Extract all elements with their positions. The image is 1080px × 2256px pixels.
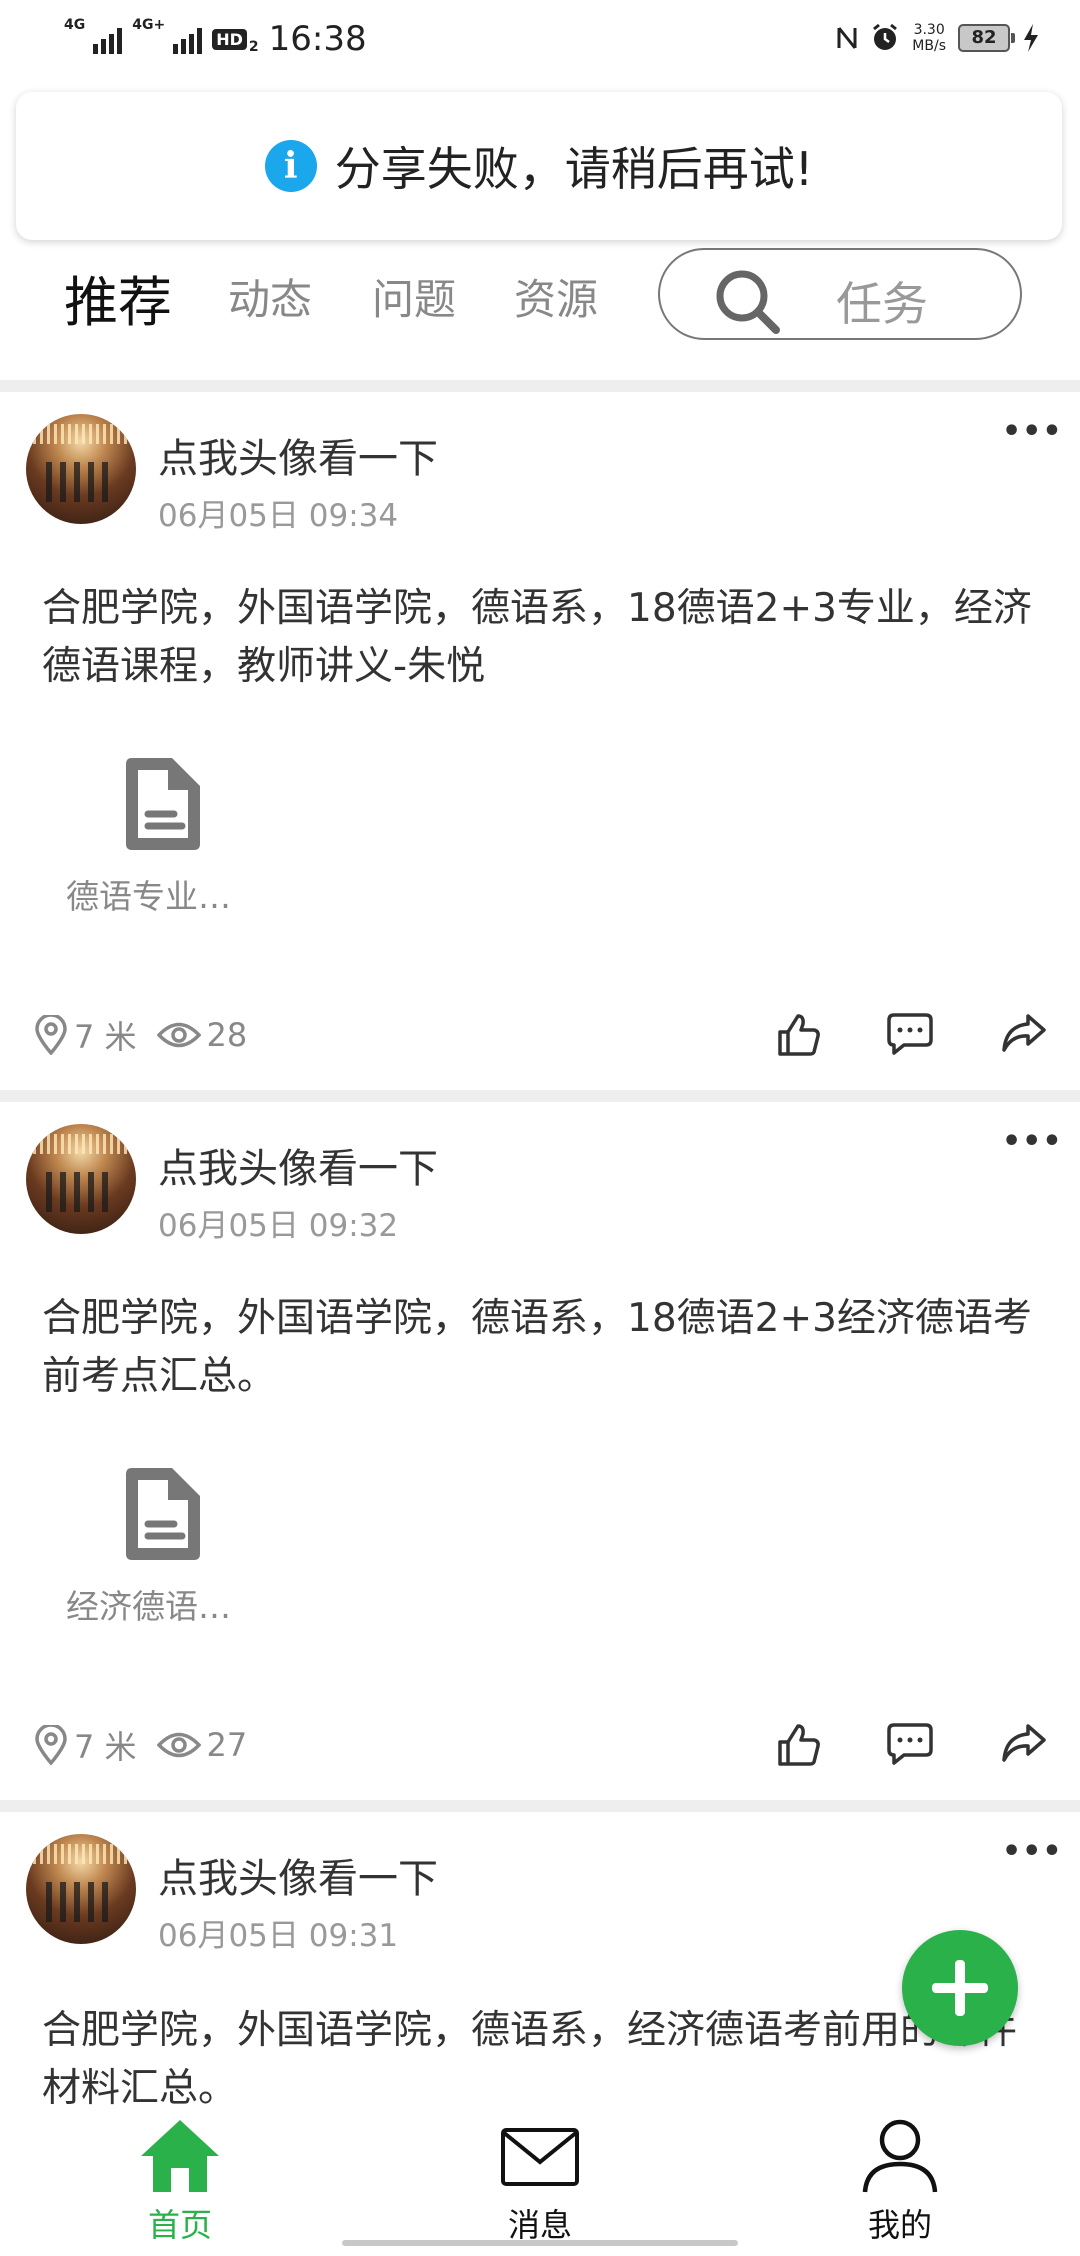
network-type-label: 4G — [64, 17, 86, 33]
tab-dynamics[interactable]: 动态 — [228, 266, 312, 327]
location-icon — [35, 1015, 67, 1055]
charging-icon — [1024, 24, 1038, 52]
battery-icon: 82 — [958, 24, 1015, 52]
toast-text: 分享失败，请稍后再试! — [334, 142, 814, 196]
view-count: 27 — [206, 1726, 248, 1764]
nav-home-label: 首页 — [147, 2206, 212, 2244]
hd-sub-label: 2 — [248, 39, 259, 55]
task-search-button[interactable]: 任务 — [658, 248, 1022, 340]
more-options-button[interactable]: ••• — [1002, 1124, 1063, 1159]
nfc-icon — [837, 27, 857, 49]
post-card[interactable]: 点我头像看一下 06月05日 09:32 ••• 合肥学院，外国语学院，德语系，… — [0, 1102, 1080, 1802]
like-icon[interactable] — [776, 1012, 822, 1058]
toast-notification: i 分享失败，请稍后再试! — [16, 92, 1062, 240]
person-icon — [862, 2119, 938, 2193]
search-icon — [716, 270, 780, 334]
eye-icon — [156, 1732, 201, 1758]
nav-profile[interactable]: 我的 — [810, 2118, 990, 2246]
avatar[interactable] — [26, 1834, 136, 1944]
post-meta: 7 米 27 — [34, 1722, 267, 1768]
network-speed: 3.30 MB/s — [912, 22, 946, 54]
document-icon[interactable] — [124, 1466, 202, 1562]
nav-messages[interactable]: 消息 — [450, 2118, 630, 2246]
share-icon[interactable] — [1000, 1722, 1048, 1764]
more-options-button[interactable]: ••• — [1002, 414, 1063, 449]
mail-icon — [501, 2128, 579, 2186]
bottom-navigation: 首页 消息 我的 — [0, 2108, 1080, 2256]
like-icon[interactable] — [776, 1722, 822, 1768]
post-content[interactable]: 合肥学院，外国语学院，德语系，18德语2+3专业，经济德语课程，教师讲义-朱悦 — [42, 580, 1042, 696]
divider — [0, 1090, 1080, 1102]
home-icon — [141, 2120, 219, 2192]
distance-label: 7 米 — [74, 1728, 137, 1766]
post-date: 06月05日 09:34 — [158, 498, 399, 534]
post-card[interactable]: 点我头像看一下 06月05日 09:34 ••• 合肥学院，外国语学院，德语系，… — [0, 392, 1080, 1092]
search-label: 任务 — [836, 277, 928, 331]
document-icon[interactable] — [124, 756, 202, 852]
location-icon — [35, 1725, 67, 1765]
tab-recommend[interactable]: 推荐 — [64, 258, 172, 337]
post-meta: 7 米 28 — [34, 1012, 267, 1058]
post-date: 06月05日 09:31 — [158, 1918, 399, 1954]
eye-icon — [156, 1022, 201, 1048]
post-username[interactable]: 点我头像看一下 — [158, 426, 438, 484]
nav-home[interactable]: 首页 — [90, 2118, 270, 2246]
post-username[interactable]: 点我头像看一下 — [158, 1846, 438, 1904]
network-type-label-2: 4G+ — [132, 17, 166, 33]
avatar[interactable] — [26, 414, 136, 524]
file-name[interactable]: 经济德语… — [66, 1580, 231, 1628]
add-post-button[interactable] — [902, 1930, 1018, 2046]
distance-label: 7 米 — [74, 1018, 137, 1056]
more-options-button[interactable]: ••• — [1002, 1834, 1063, 1869]
post-username[interactable]: 点我头像看一下 — [158, 1136, 438, 1194]
divider — [0, 380, 1080, 392]
tab-questions[interactable]: 问题 — [372, 266, 456, 327]
avatar[interactable] — [26, 1124, 136, 1234]
tab-resources[interactable]: 资源 — [514, 266, 598, 327]
clock: 16:38 — [268, 19, 367, 59]
comment-icon[interactable] — [886, 1012, 934, 1056]
post-content[interactable]: 合肥学院，外国语学院，德语系，经济德语考前用的课件材料汇总。 — [42, 2002, 1042, 2108]
alarm-icon — [873, 23, 898, 50]
file-name[interactable]: 德语专业… — [66, 870, 231, 918]
divider — [0, 1800, 1080, 1812]
gesture-bar[interactable] — [342, 2240, 738, 2246]
nav-profile-label: 我的 — [867, 2206, 932, 2244]
status-bar: 4G 4G+ HD 2 16:38 3.30 MB/s 82 — [0, 0, 1080, 80]
signal-icon-2 — [173, 24, 203, 54]
post-date: 06月05日 09:32 — [158, 1208, 399, 1244]
category-tabs: 推荐 动态 问题 资源 任务 — [0, 240, 1080, 376]
view-count: 28 — [206, 1016, 248, 1054]
comment-icon[interactable] — [886, 1722, 934, 1766]
post-content[interactable]: 合肥学院，外国语学院，德语系，18德语2+3经济德语考前考点汇总。 — [42, 1290, 1042, 1406]
info-icon: i — [264, 140, 317, 192]
share-icon[interactable] — [1000, 1012, 1048, 1054]
signal-icon — [93, 24, 123, 54]
hd-voice-icon: HD — [212, 28, 247, 50]
